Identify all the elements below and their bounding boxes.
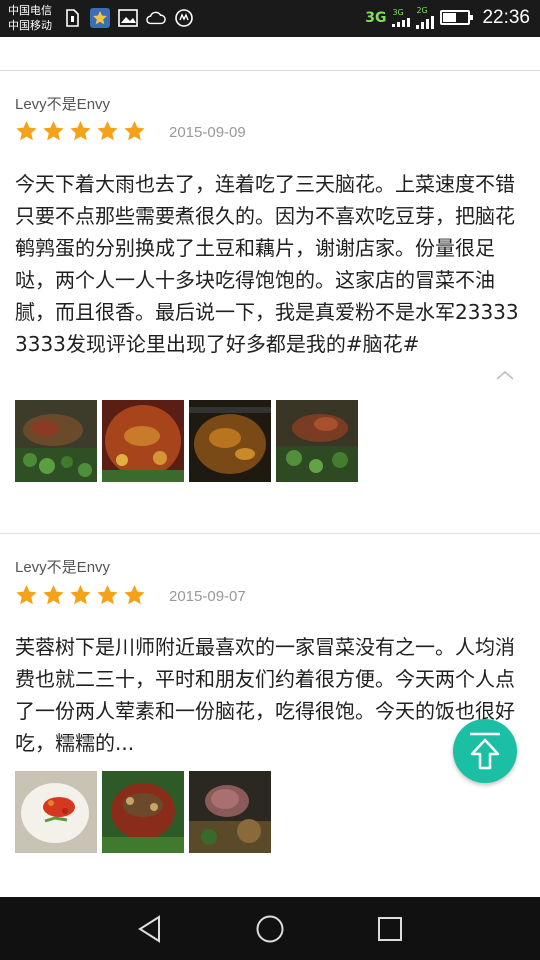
star-icon (43, 121, 64, 141)
status-bar: 中国电信 中国移动 3G 3G 2G 22:36 (0, 0, 540, 37)
review-date: 2015-09-07 (169, 588, 246, 605)
image-icon (118, 8, 138, 28)
app-badge-icon (174, 8, 194, 28)
review-username[interactable]: Levy不是Envy (15, 93, 110, 114)
network-small-2: 2G (416, 6, 428, 15)
food-photo-5[interactable] (15, 771, 97, 853)
network-3g-main: 3G (365, 9, 387, 26)
circle-home-icon (256, 915, 284, 943)
star-icon (43, 585, 64, 605)
clock: 22:36 (482, 6, 530, 28)
rating-stars (15, 120, 146, 142)
star-icon (70, 585, 91, 605)
chevron-up-icon[interactable] (496, 365, 514, 380)
star-icon (124, 585, 145, 605)
star-icon (16, 121, 37, 141)
review-divider (0, 533, 540, 534)
favorite-app-icon (90, 8, 110, 28)
star-icon (16, 585, 37, 605)
rating-stars (15, 584, 146, 606)
review-photos (15, 400, 358, 482)
star-icon (124, 121, 145, 141)
scroll-to-top-button[interactable] (453, 719, 517, 783)
recent-apps-button[interactable] (372, 911, 408, 947)
arrow-up-icon (470, 732, 500, 770)
carrier-1: 中国电信 (8, 4, 52, 17)
star-icon (97, 121, 118, 141)
navigation-bar (0, 897, 540, 960)
top-divider (0, 70, 540, 71)
battery-icon (440, 10, 474, 25)
square-recent-icon (378, 917, 402, 941)
carrier-2: 中国移动 (8, 19, 52, 32)
battery-fill (443, 13, 457, 22)
home-button[interactable] (252, 911, 288, 947)
food-photo-7[interactable] (189, 771, 271, 853)
notification-icons (62, 8, 194, 28)
food-photo-3[interactable] (189, 400, 271, 482)
food-photo-6[interactable] (102, 771, 184, 853)
review-photos (15, 771, 271, 853)
network-small-group: 3G (392, 8, 411, 27)
weather-icon (146, 8, 166, 28)
review-date: 2015-09-09 (169, 124, 246, 141)
sim-icon (62, 8, 82, 28)
review-text: 今天下着大雨也去了，连着吃了三天脑花。上菜速度不错只要不点那些需要煮很久的。因为… (15, 172, 519, 356)
food-photo-1[interactable] (15, 400, 97, 482)
signal-bars-1-icon (392, 17, 411, 27)
network-small-1: 3G (392, 8, 404, 17)
review-username[interactable]: Levy不是Envy (15, 556, 110, 577)
triangle-back-icon (138, 915, 160, 943)
food-photo-4[interactable] (276, 400, 358, 482)
signal-bars-2-icon (416, 15, 435, 29)
network-small-group-2: 2G (416, 6, 435, 29)
back-button[interactable] (132, 911, 168, 947)
carrier-labels: 中国电信 中国移动 (8, 3, 52, 33)
review-text: 芙蓉树下是川师附近最喜欢的一家冒菜没有之一。人均消费也就二三十，平时和朋友们约着… (15, 635, 515, 755)
food-photo-2[interactable] (102, 400, 184, 482)
status-right: 3G 3G 2G 22:36 (365, 6, 530, 29)
star-icon (97, 585, 118, 605)
star-icon (70, 121, 91, 141)
